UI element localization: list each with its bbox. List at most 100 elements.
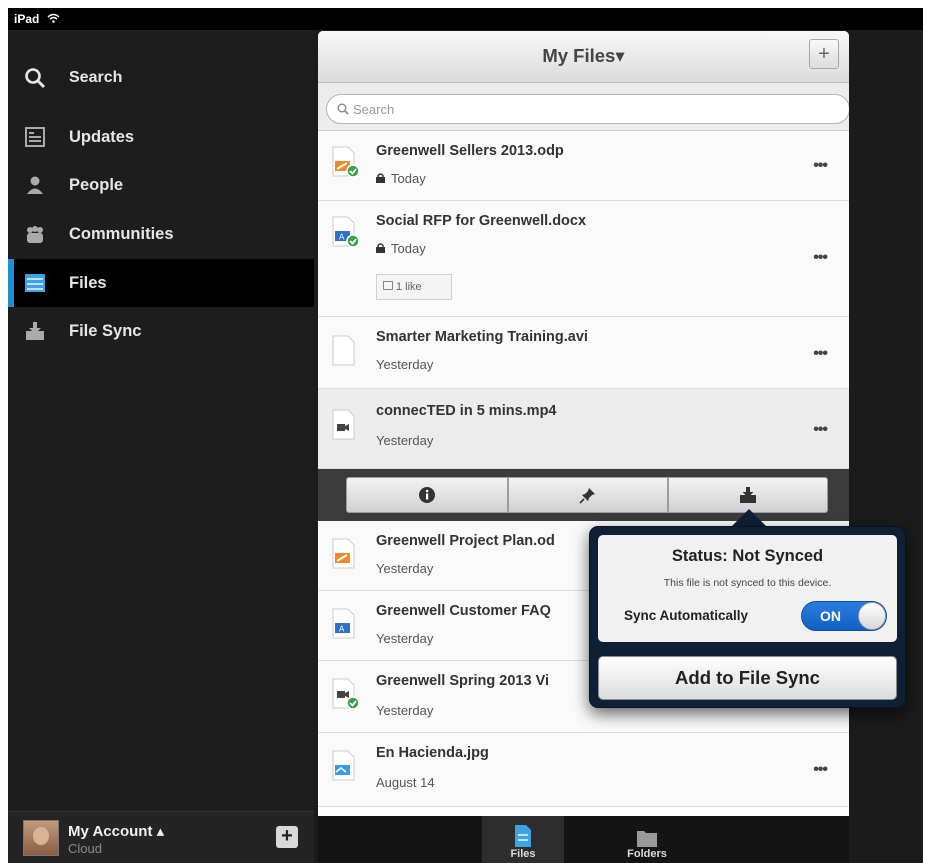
list-item[interactable]: A Social RFP for Greenwell.docx Today 1 … [318,201,849,317]
communities-icon [23,222,47,246]
sidebar-item-label: People [69,175,124,194]
person-icon [23,173,47,197]
file-name: Greenwell Spring 2013 Vi [376,673,550,689]
add-file-button[interactable]: + [809,39,839,69]
tab-bar: Files Folders [318,816,849,863]
popover-arrow [731,509,767,527]
svg-text:A: A [339,625,345,634]
status-bar: iPad [8,8,923,30]
file-sync-icon [23,319,47,343]
video-file-icon [332,409,356,440]
search-input[interactable]: Search [326,94,849,124]
ipad-screen: iPad Search Updates People Communities F… [8,8,923,863]
tab-label: Files [510,848,536,860]
search-icon [23,66,47,90]
sidebar-search-label: Search [69,69,123,86]
more-options-button[interactable]: ••• [813,421,828,439]
document-file-icon: A [332,216,360,248]
sidebar-item-files[interactable]: Files [8,259,314,307]
sync-popover: Status: Not Synced This file is not sync… [589,526,906,708]
like-icon [383,281,393,293]
file-sync-icon [740,487,756,503]
tab-files[interactable]: Files [482,816,564,863]
sync-status-title: Status: Not Synced [671,547,824,565]
more-options-button[interactable]: ••• [813,761,828,779]
file-date: Yesterday [376,357,434,372]
account-name: My Account ▴ [68,823,165,840]
sync-status-panel: Status: Not Synced This file is not sync… [598,535,897,642]
sidebar-item-people[interactable]: People [8,161,314,209]
updates-icon [23,125,47,149]
panel-header: My Files▾ + [318,31,849,83]
sync-button[interactable] [668,477,828,513]
sidebar: Search Updates People Communities Files [8,30,314,863]
file-date: Yesterday [376,631,434,646]
sync-automatically-label: Sync Automatically [624,608,749,623]
account-subtitle: Cloud [68,841,102,856]
file-action-bar [318,469,849,521]
lock-icon [376,241,385,256]
list-item[interactable]: En Hacienda.jpg August 14 ••• [318,733,849,807]
wifi-icon [47,8,60,30]
search-icon [337,103,349,115]
presentation-file-icon [332,146,360,178]
info-icon [419,487,435,503]
file-date: Today [391,241,426,256]
video-file-icon [332,678,360,710]
sidebar-item-communities[interactable]: Communities [8,210,314,258]
image-file-icon [332,750,356,781]
file-name: Greenwell Project Plan.od [376,533,555,549]
more-options-button[interactable]: ••• [813,345,828,363]
folder-icon [637,831,657,847]
file-name: En Hacienda.jpg [376,745,489,761]
file-meta: Today [376,241,426,256]
file-date: Yesterday [376,433,434,448]
files-icon [515,825,531,847]
files-panel: My Files▾ + Search Greenwell Sellers 201… [318,31,849,863]
sidebar-item-updates[interactable]: Updates [8,113,314,161]
file-name: Smarter Marketing Training.avi [376,329,588,345]
file-name: connecTED in 5 mins.mp4 [376,403,557,419]
file-name: Greenwell Customer FAQ [376,603,551,619]
tab-label: Folders [627,848,667,860]
device-label: iPad [14,12,40,26]
more-options-button[interactable]: ••• [813,157,828,175]
file-name: Greenwell Sellers 2013.odp [376,143,564,159]
sidebar-item-file-sync[interactable]: File Sync [8,307,314,355]
sidebar-search[interactable]: Search [8,56,314,100]
sidebar-item-label: File Sync [69,321,142,340]
sync-status-description: This file is not synced to this device. [663,577,832,589]
files-icon [23,271,47,295]
search-placeholder: Search [353,101,395,117]
avatar [23,820,59,856]
list-item[interactable]: Greenwell Sellers 2013.odp Today ••• [318,131,849,201]
like-badge[interactable]: 1 like [376,274,452,300]
document-file-icon: A [332,608,356,639]
page-title[interactable]: My Files▾ [318,45,849,67]
svg-text:A: A [339,233,345,242]
blank-file-icon [332,335,356,366]
toggle-label: ON [820,608,841,624]
add-to-file-sync-button[interactable]: Add to File Sync [598,656,897,700]
pin-icon [579,488,595,504]
account-bar[interactable]: My Account ▴ Cloud + [8,811,314,863]
file-meta: Today [376,171,426,186]
more-options-button[interactable]: ••• [813,249,828,267]
file-date: August 14 [376,775,435,790]
search-bar: Search [318,83,849,131]
file-date: Today [391,171,426,186]
pin-button[interactable] [508,477,668,513]
file-date: Yesterday [376,703,434,718]
info-button[interactable] [346,477,508,513]
sync-automatically-toggle[interactable]: ON [801,601,887,631]
tab-folders[interactable]: Folders [606,816,688,863]
like-count: 1 like [396,281,422,293]
toggle-knob [858,602,886,630]
sidebar-item-label: Files [69,273,107,292]
lock-icon [376,171,385,186]
presentation-file-icon [332,538,356,569]
add-button[interactable]: + [276,826,298,848]
sidebar-item-label: Updates [69,127,135,146]
list-item[interactable]: connecTED in 5 mins.mp4 Yesterday ••• [318,389,849,469]
list-item[interactable]: Smarter Marketing Training.avi Yesterday… [318,317,849,389]
